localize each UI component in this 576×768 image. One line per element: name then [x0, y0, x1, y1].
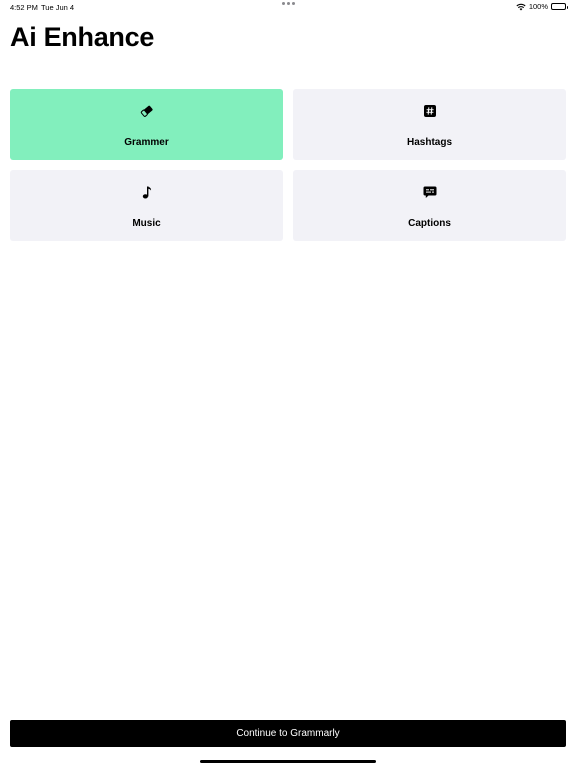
status-time: 4:52 PM: [10, 3, 38, 12]
multitasking-dots-icon[interactable]: [282, 2, 295, 5]
status-bar: 4:52 PM Tue Jun 4 100%: [0, 0, 576, 14]
app-screen: 4:52 PM Tue Jun 4 100% Ai Enhance Gramme…: [0, 0, 576, 768]
home-indicator[interactable]: [200, 760, 376, 763]
tile-hashtags[interactable]: Hashtags: [293, 89, 566, 160]
tile-label: Music: [132, 218, 161, 229]
enhance-options-grid: Grammer Hashtags Music Captions: [10, 89, 566, 241]
wifi-icon: [516, 3, 526, 11]
caption-bubble-icon: [423, 185, 437, 199]
tile-captions[interactable]: Captions: [293, 170, 566, 241]
tile-music[interactable]: Music: [10, 170, 283, 241]
battery-icon: [551, 3, 568, 10]
page-title: Ai Enhance: [10, 22, 155, 52]
battery-percent: 100%: [528, 2, 548, 11]
status-indicators: 100%: [516, 2, 568, 11]
tile-label: Captions: [408, 218, 451, 229]
tile-grammer[interactable]: Grammer: [10, 89, 283, 160]
status-date: Tue Jun 4: [41, 3, 75, 12]
eraser-icon: [140, 104, 154, 118]
music-note-icon: [140, 185, 154, 199]
continue-button[interactable]: Continue to Grammarly: [10, 720, 566, 747]
tile-label: Grammer: [124, 137, 169, 148]
hashtag-icon: [423, 104, 437, 118]
tile-label: Hashtags: [406, 137, 452, 148]
